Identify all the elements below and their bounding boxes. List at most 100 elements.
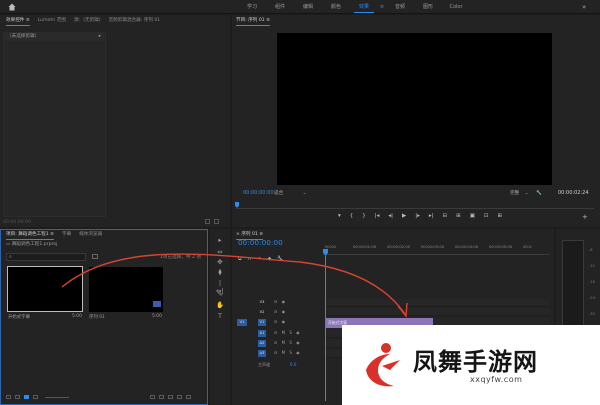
add-marker-icon[interactable]: ▾ (338, 213, 341, 219)
source-target-toggle[interactable] (237, 340, 247, 347)
track-controls[interactable]: ⊟ M S ◉ (274, 340, 300, 345)
project-item-title-clip[interactable] (7, 266, 83, 312)
track-controls[interactable]: ⊟ M S ◉ (274, 330, 300, 335)
tab-effect-controls[interactable]: 效果控件 ≡ (6, 16, 30, 26)
pen-tool-icon[interactable]: ✎ (216, 290, 224, 298)
workspace-overflow-icon[interactable]: » (582, 0, 586, 14)
mark-out-icon[interactable]: } (362, 213, 366, 219)
clip-duration: 5:00 (72, 314, 82, 319)
automate-to-sequence-icon[interactable] (150, 395, 155, 399)
track-header-a3: A3 ⊟ M S ◉ (232, 349, 324, 358)
source-target-toggle[interactable]: V1 (237, 319, 247, 326)
quality-select[interactable]: 完整 ⌄ 🔧 (510, 190, 542, 196)
workspace-audio[interactable]: 音频 (386, 0, 414, 14)
linked-selection-icon[interactable]: ⚭ (257, 256, 261, 262)
zoom-select[interactable]: 适合 ⌄ (274, 190, 307, 196)
clip-selector[interactable]: （未选择剪辑） ▸ (4, 33, 104, 41)
workspace-color-en[interactable]: Color (442, 0, 470, 14)
track-controls[interactable]: ⊟ M S ◉ (274, 350, 300, 355)
selection-tool-icon[interactable]: ▸ (216, 236, 224, 244)
mark-in-icon[interactable]: { (350, 213, 354, 219)
hand-tool-icon[interactable]: ✋ (216, 301, 224, 309)
wrench-icon[interactable]: 🔧 (536, 191, 542, 196)
workspace-learn[interactable]: 学习 (238, 0, 266, 14)
new-item-icon[interactable] (177, 395, 182, 399)
timeline-ruler[interactable]: 00:00 00:00:01:00 00:00:02:00 00:00:03:0… (325, 244, 550, 254)
step-forward-icon[interactable]: |▸ (415, 213, 420, 219)
export-frame-icon[interactable]: ▣ (470, 213, 475, 219)
program-timecode[interactable]: 00:00:00:00 (243, 190, 274, 196)
wrench-icon[interactable]: 🔧 (277, 256, 283, 262)
freeform-view-icon[interactable] (33, 395, 38, 399)
track-name[interactable]: A1 (258, 330, 266, 337)
meter-scale-label: -30 (589, 312, 595, 316)
timeline-timecode[interactable]: 00:00:00:00 (238, 239, 283, 247)
workspace-assembly[interactable]: 组件 (266, 0, 294, 14)
track-lane-v2[interactable] (325, 308, 550, 316)
track-controls[interactable]: ⊟ ◉ (274, 309, 285, 314)
play-icon[interactable]: ▶ (402, 213, 406, 219)
home-icon[interactable] (8, 3, 16, 11)
track-select-tool-icon[interactable]: ⇔ (216, 248, 224, 256)
program-scrub-bar[interactable] (236, 208, 594, 209)
source-target-toggle[interactable] (237, 299, 247, 306)
tab-program-monitor[interactable]: 节目: 序列 01 ≡ (236, 16, 270, 26)
workspace-editing[interactable]: 编辑 (294, 0, 322, 14)
workspace-color[interactable]: 颜色 (322, 0, 350, 14)
workspace-menu-icon[interactable]: ≡ (378, 0, 386, 14)
new-bin-footer-icon[interactable] (168, 395, 173, 399)
workspace-effects[interactable]: 效果 (350, 0, 378, 14)
project-search-input[interactable]: ⌕ (6, 253, 86, 261)
list-view-icon[interactable] (15, 395, 20, 399)
nest-icon[interactable]: ⧉ (238, 256, 242, 262)
ripple-edit-tool-icon[interactable]: ✥ (216, 258, 224, 266)
tab-audio-clip-mixer[interactable]: 音频剪辑混合器: 序列 01 (109, 16, 161, 26)
go-to-out-icon[interactable]: ▸| (429, 213, 434, 219)
project-panel-tabs: 项目: 舞蹈调色工程1 ≡ 字幕 媒体浏览器 (6, 230, 102, 240)
project-item-sequence[interactable] (89, 267, 163, 312)
track-controls[interactable]: ⊟ ◉ (274, 319, 285, 324)
track-controls[interactable]: ⊟ ◉ (274, 299, 285, 304)
tab-media-browser[interactable]: 媒体浏览器 (79, 230, 102, 240)
program-video-frame[interactable] (277, 33, 552, 185)
track-header-a2: A2 ⊟ M S ◉ (232, 339, 324, 348)
snap-icon[interactable]: ∩ (248, 256, 252, 262)
master-volume-value[interactable]: 0.0 (290, 362, 296, 367)
lift-icon[interactable]: ⊟ (443, 213, 448, 219)
go-to-in-icon[interactable]: |◂ (375, 213, 380, 219)
project-file-name: 舞蹈调色工程1.prproj (11, 242, 58, 247)
proxy-toggle-icon[interactable]: ⊞ (498, 213, 503, 219)
quality-select-value: 完整 (510, 191, 520, 196)
export-icon[interactable] (214, 219, 219, 224)
watermark-title: 凤舞手游网 (413, 347, 538, 376)
tab-captions[interactable]: 字幕 (62, 230, 71, 240)
comparison-view-icon[interactable]: ⊡ (484, 213, 489, 219)
new-bin-icon[interactable] (92, 254, 98, 259)
workspace-graphics[interactable]: 图形 (414, 0, 442, 14)
razor-tool-icon[interactable]: ⧫ (216, 268, 224, 276)
source-target-toggle[interactable] (237, 350, 247, 357)
lock-icon[interactable] (6, 395, 11, 399)
track-name[interactable]: A2 (258, 340, 266, 347)
tab-project[interactable]: 项目: 舞蹈调色工程1 ≡ (6, 230, 54, 240)
tab-lumetri-scopes[interactable]: Lumetri 范围 (38, 16, 66, 26)
source-target-toggle[interactable] (237, 330, 247, 337)
source-target-toggle[interactable] (237, 309, 247, 316)
track-name[interactable]: V2 (258, 309, 266, 316)
track-name[interactable]: V1 (258, 319, 266, 326)
icon-view-icon[interactable] (24, 395, 29, 399)
ruler-label: 00:00 (325, 244, 336, 249)
track-name[interactable]: A3 (258, 350, 266, 357)
type-tool-icon[interactable]: T (216, 312, 224, 320)
trash-icon[interactable] (186, 395, 191, 399)
filter-icon[interactable] (205, 219, 210, 224)
marker-icon[interactable]: ◆ (267, 256, 271, 262)
step-back-icon[interactable]: ◂| (388, 213, 393, 219)
find-icon[interactable] (159, 395, 164, 399)
track-lane-v3[interactable] (325, 299, 550, 307)
extract-icon[interactable]: ⊞ (456, 213, 461, 219)
button-editor-plus-icon[interactable]: + (582, 213, 588, 221)
track-name[interactable]: V3 (258, 299, 266, 306)
thumbnail-size-slider[interactable] (45, 397, 69, 398)
tab-source[interactable]: 源：(无剪辑) (74, 16, 101, 26)
